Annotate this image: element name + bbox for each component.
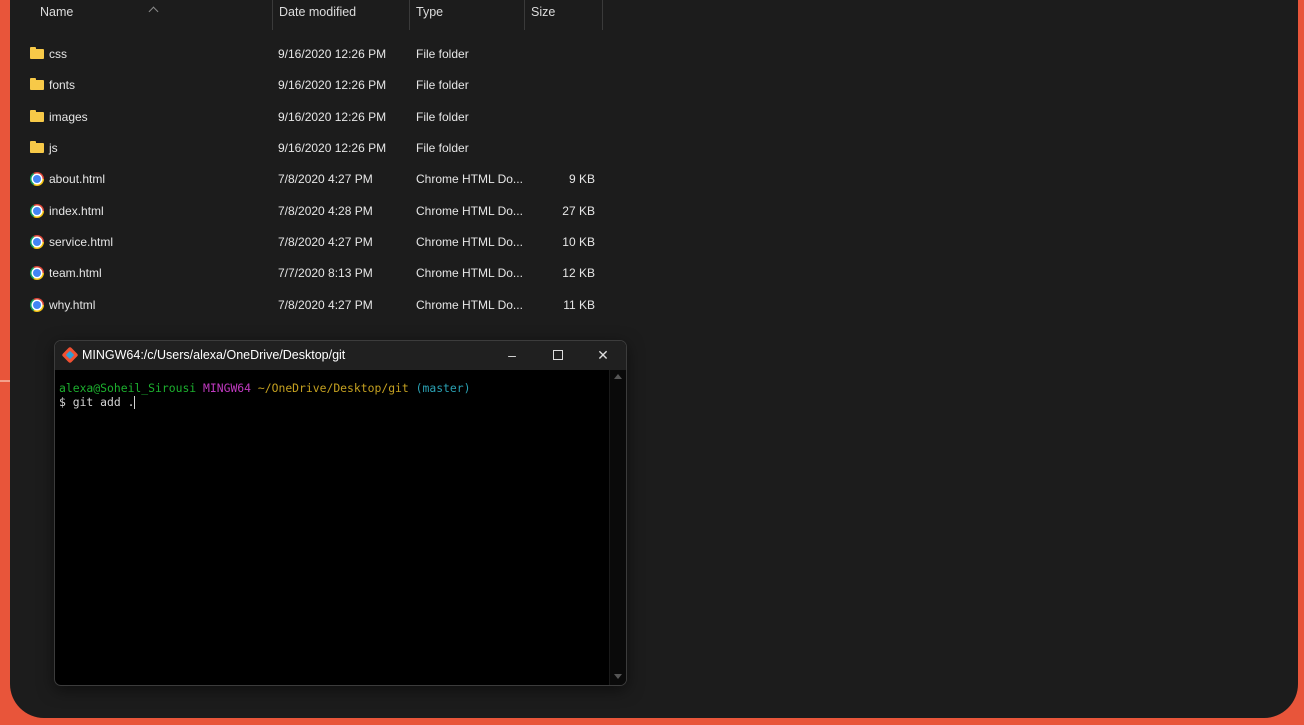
file-row[interactable]: js 9/16/2020 12:26 PM File folder (10, 133, 630, 163)
file-date: 9/16/2020 12:26 PM (278, 78, 387, 93)
terminal-title: MINGW64:/c/Users/alexa/OneDrive/Desktop/… (82, 348, 346, 362)
git-bash-icon (61, 346, 79, 364)
close-icon: ✕ (597, 347, 609, 363)
file-size (540, 39, 595, 69)
file-size: 11 KB (563, 297, 595, 312)
file-name: js (49, 141, 58, 156)
file-name: about.html (49, 172, 106, 187)
file-type: Chrome HTML Do... (416, 266, 523, 281)
file-date: 7/8/2020 4:27 PM (278, 297, 373, 312)
prompt-user-host: alexa@Soheil_Sirousi (59, 381, 197, 395)
file-row[interactable]: images 9/16/2020 12:26 PM File folder (10, 102, 630, 132)
file-name: index.html (49, 203, 104, 218)
minimize-button[interactable]: – (489, 341, 535, 370)
column-header-size[interactable]: Size (525, 0, 602, 30)
file-size (540, 102, 595, 132)
file-size: 10 KB (562, 235, 595, 250)
chrome-icon (30, 266, 44, 281)
prompt-symbol: $ (59, 395, 66, 409)
file-name-cell[interactable]: index.html (30, 196, 104, 226)
file-row[interactable]: index.html 7/8/2020 4:28 PM Chrome HTML Do… (10, 196, 630, 226)
column-header-size-label: Size (531, 5, 556, 19)
chrome-icon (30, 234, 44, 249)
file-name-cell[interactable]: css (30, 39, 67, 69)
terminal-output[interactable]: alexa@Soheil_Sirousi MINGW64 ~/OneDrive/… (59, 381, 471, 409)
file-name-cell[interactable]: js (30, 133, 58, 163)
file-name: why.html (49, 297, 96, 312)
file-size: 9 KB (568, 172, 595, 187)
minimize-icon: – (508, 347, 516, 363)
column-header-type-label: Type (416, 5, 444, 19)
file-type: File folder (416, 141, 469, 156)
scroll-down-icon[interactable] (614, 674, 622, 679)
chrome-icon (30, 172, 44, 187)
file-date: 9/16/2020 12:26 PM (278, 109, 387, 124)
file-row[interactable]: about.html 7/8/2020 4:27 PM Chrome HTML Do… (10, 164, 630, 194)
folder-icon (30, 78, 44, 91)
column-header-date[interactable]: Date modified (273, 0, 409, 30)
file-name: fonts (49, 78, 76, 93)
file-row[interactable]: team.html 7/7/2020 8:13 PM Chrome HTML Do.… (10, 258, 630, 288)
terminal-titlebar[interactable]: MINGW64:/c/Users/alexa/OneDrive/Desktop/… (55, 341, 626, 370)
file-type: Chrome HTML Do... (416, 297, 523, 312)
maximize-button[interactable] (535, 341, 581, 370)
folder-icon (30, 140, 44, 153)
prompt-shell: MINGW64 (203, 381, 252, 395)
file-type: Chrome HTML Do... (416, 172, 523, 187)
file-date: 7/8/2020 4:28 PM (278, 203, 373, 218)
file-name-cell[interactable]: service.html (30, 227, 113, 257)
file-name: team.html (49, 266, 102, 281)
file-date: 7/8/2020 4:27 PM (278, 172, 373, 187)
file-size: 12 KB (562, 266, 595, 281)
file-type: Chrome HTML Do... (416, 235, 523, 250)
file-name: css (49, 47, 67, 61)
file-name-cell[interactable]: team.html (30, 258, 102, 288)
column-divider[interactable] (602, 0, 603, 30)
command-input[interactable]: git add . (73, 395, 135, 409)
file-type: File folder (416, 109, 469, 124)
column-header-name-label: Name (40, 5, 74, 19)
file-name-cell[interactable]: fonts (30, 70, 75, 100)
file-name: images (49, 109, 88, 124)
file-date: 9/16/2020 12:26 PM (278, 141, 387, 156)
file-size (540, 70, 595, 100)
terminal-window[interactable]: MINGW64:/c/Users/alexa/OneDrive/Desktop/… (54, 340, 627, 686)
column-header-row: Name Date modified Type Size (10, 0, 620, 30)
scroll-up-icon[interactable] (614, 374, 622, 379)
file-row[interactable]: service.html 7/8/2020 4:27 PM Chrome HTML … (10, 227, 630, 257)
prompt-path: ~/OneDrive/Desktop/git (257, 381, 409, 395)
column-header-date-label: Date modified (279, 5, 357, 19)
file-type: File folder (416, 78, 469, 93)
file-name: service.html (49, 235, 114, 250)
chrome-icon (30, 203, 44, 218)
chrome-icon (30, 297, 44, 312)
file-name-cell[interactable]: images (30, 102, 88, 132)
folder-icon (30, 109, 44, 122)
folder-icon (30, 46, 44, 59)
text-cursor (134, 396, 136, 409)
file-name-cell[interactable]: about.html (30, 164, 105, 194)
file-size (540, 133, 595, 163)
file-size: 27 KB (562, 203, 595, 218)
file-row[interactable]: why.html 7/8/2020 4:27 PM Chrome HTML Do..… (10, 290, 630, 320)
terminal-scrollbar[interactable] (609, 370, 626, 685)
maximize-icon (553, 350, 563, 361)
file-date: 7/8/2020 4:27 PM (278, 235, 373, 250)
file-date: 9/16/2020 12:26 PM (278, 47, 387, 61)
file-type: Chrome HTML Do... (416, 203, 523, 218)
file-name-cell[interactable]: why.html (30, 290, 95, 320)
column-header-type[interactable]: Type (410, 0, 524, 30)
prompt-branch: (master) (415, 381, 471, 395)
file-row[interactable]: css 9/16/2020 12:26 PM File folder (10, 39, 630, 69)
file-type: File folder (416, 47, 469, 61)
close-button[interactable]: ✕ (580, 341, 626, 370)
file-row[interactable]: fonts 9/16/2020 12:26 PM File folder (10, 70, 630, 100)
file-date: 7/7/2020 8:13 PM (278, 266, 373, 281)
